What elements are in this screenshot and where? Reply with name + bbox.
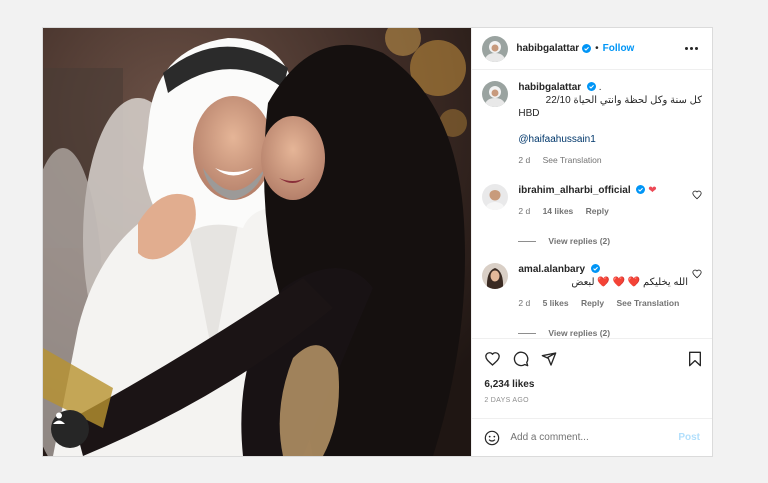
comment-text-arabic: الله يخليكم ❤️ ❤️ ❤️ لبعض (571, 277, 688, 288)
comment-likes[interactable]: 5 likes (543, 298, 569, 308)
post-comment-button[interactable]: Post (678, 432, 700, 443)
comment-meta: 2 d 14 likes Reply (518, 205, 702, 218)
see-translation-button[interactable]: See Translation (543, 155, 602, 165)
post-author-username[interactable]: habibgalattar (516, 43, 579, 54)
replies-divider (518, 332, 537, 334)
comments-scroll[interactable]: habibgalattar . كل سنة وكل لحظة وانتي ال… (472, 70, 712, 338)
verified-badge-icon (636, 185, 646, 194)
comment-icon[interactable] (513, 351, 529, 367)
post-header: habibgalattar • Follow (472, 28, 712, 70)
post-date: 2 DAYS AGO (484, 397, 529, 404)
avatar[interactable] (482, 81, 509, 107)
avatar[interactable] (482, 263, 509, 289)
view-replies-label: View replies (2) (548, 328, 611, 338)
view-replies-label: View replies (2) (548, 236, 611, 246)
emoji-icon[interactable] (484, 430, 500, 446)
comment-likes[interactable]: 14 likes (543, 206, 574, 216)
comment-input[interactable] (510, 432, 679, 443)
reply-button[interactable]: Reply (586, 206, 609, 216)
caption-meta: 2 d See Translation (518, 154, 702, 167)
post-sidebar: habibgalattar • Follow habibgalattar . ك… (471, 28, 712, 456)
caption-time: 2 d (518, 155, 531, 165)
comment-text: ❤ (648, 185, 657, 196)
view-replies-button[interactable]: View replies (2) (518, 236, 702, 246)
post-card: habibgalattar • Follow habibgalattar . ك… (42, 27, 713, 457)
avatar[interactable] (482, 35, 509, 62)
comment-heart-icon[interactable] (692, 190, 702, 200)
heart-icon[interactable] (484, 351, 501, 367)
comment-meta: 2 d 5 likes Reply See Translation (518, 297, 702, 310)
caption-suffix: . (598, 82, 602, 93)
follow-button[interactable]: Follow (603, 43, 635, 54)
view-replies-button[interactable]: View replies (2) (518, 328, 702, 338)
photo-illustration (43, 28, 472, 456)
caption: habibgalattar . كل سنة وكل لحظة وانتي ال… (482, 81, 702, 167)
verified-badge-icon (590, 264, 600, 273)
caption-username[interactable]: habibgalattar (518, 82, 581, 93)
add-comment-bar: Post (472, 418, 712, 456)
verified-badge-icon (586, 82, 596, 91)
likes-count[interactable]: 6,234 likes (484, 379, 702, 390)
replies-divider (518, 240, 537, 242)
more-icon[interactable] (681, 43, 702, 54)
comment-username[interactable]: amal.alanbary (518, 264, 585, 275)
tag-user-icon[interactable] (51, 410, 89, 448)
post-actions: 6,234 likes 2 DAYS AGO (472, 338, 712, 404)
caption-text-arabic: كل سنة وكل لحظة وانتي الحياة 22/10 (545, 95, 702, 106)
bookmark-icon[interactable] (688, 351, 702, 367)
comment-heart-icon[interactable] (692, 269, 702, 279)
verified-badge-icon (582, 44, 592, 53)
separator-dot: • (595, 43, 599, 54)
reply-button[interactable]: Reply (581, 298, 604, 308)
caption-mention[interactable]: @haifaahussain1 (518, 133, 702, 146)
post-photo[interactable] (43, 28, 472, 456)
see-translation-button[interactable]: See Translation (616, 298, 679, 308)
comment-item: amal.alanbary الله يخليكم ❤️ ❤️ ❤️ لبعض … (482, 263, 702, 310)
avatar[interactable] (482, 184, 509, 210)
comment-username[interactable]: ibrahim_alharbi_official (518, 185, 630, 196)
comment-time: 2 d (518, 206, 531, 216)
share-icon[interactable] (541, 351, 557, 367)
comment-time: 2 d (518, 298, 531, 308)
caption-text: HBD (518, 108, 540, 119)
comment-item: ibrahim_alharbi_official ❤ 2 d 14 likes … (482, 184, 702, 218)
